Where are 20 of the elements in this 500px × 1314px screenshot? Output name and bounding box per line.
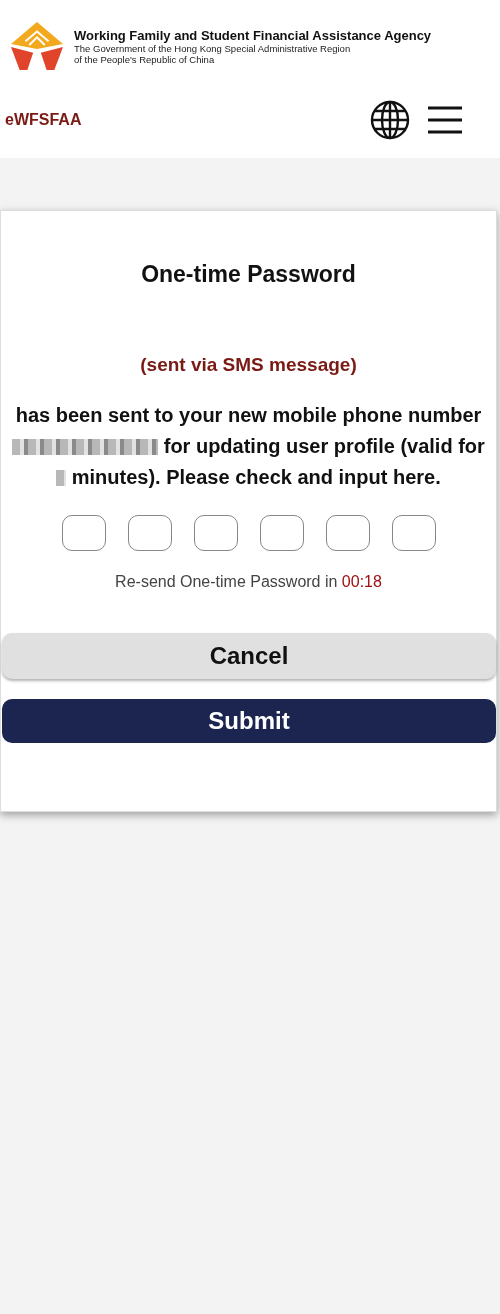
- otp-digit-field[interactable]: [325, 515, 370, 551]
- countdown-timer: 00:18: [341, 573, 382, 590]
- otp-digit-field[interactable]: [391, 515, 436, 551]
- otp-digit-field[interactable]: [259, 515, 304, 551]
- otp-digit-field[interactable]: [127, 515, 172, 551]
- government-line: The Government of the Hong Kong Special Administrative Region: [74, 42, 352, 54]
- globe-icon[interactable]: [370, 100, 410, 140]
- app-name: eWFSFAA: [5, 111, 82, 129]
- otp-digit-field[interactable]: [193, 515, 238, 551]
- agency-name: Working Family and Student Financial Assistance Agency: [74, 27, 432, 43]
- agency-logo: [8, 20, 66, 72]
- otp-digit-field[interactable]: [61, 515, 106, 551]
- message-text: has been sent to your new mobile phone number for updating user profile (valid for minutes). Please check and input here.: [1, 400, 496, 493]
- resend-label: Re-send One-time Password in: [115, 573, 338, 590]
- government-line: of the People's Republic of China: [74, 53, 215, 65]
- dialog-title: One-time Password: [140, 261, 357, 288]
- cancel-button[interactable]: Cancel: [2, 633, 496, 679]
- menu-icon[interactable]: [428, 106, 462, 134]
- channel-note: (sent via SMS message): [139, 354, 358, 376]
- submit-button[interactable]: Submit: [2, 699, 496, 743]
